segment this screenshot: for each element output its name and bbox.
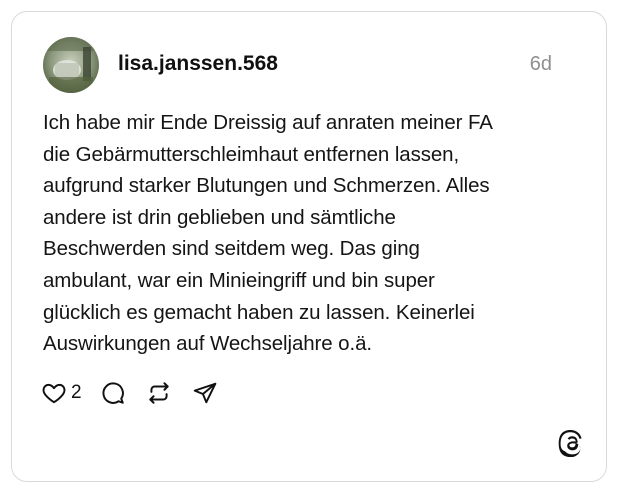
post-text-line: glücklich es gemacht haben zu lassen. Ke… — [43, 300, 475, 324]
comment-icon — [102, 382, 124, 404]
threads-logo-icon[interactable] — [558, 429, 586, 458]
action-bar: 2 — [41, 378, 218, 408]
post-text-line: ambulant, war ein Minieingriff und bin s… — [43, 268, 435, 292]
post-card: lisa.janssen.568 6d Ich habe mir Ende Dr… — [11, 11, 607, 482]
post-text-line: aufgrund starker Blutungen und Schmerzen… — [43, 174, 490, 198]
repost-icon — [148, 382, 169, 404]
like-button[interactable]: 2 — [41, 380, 100, 406]
post-text-line: Ich habe mir Ende Dreissig auf anraten m… — [43, 111, 493, 134]
post-body: Ich habe mir Ende Dreissig auf anraten m… — [43, 107, 563, 360]
share-icon — [193, 382, 216, 404]
post-text-line: die Gebärmutterschleimhaut entfernen las… — [43, 142, 460, 166]
avatar[interactable] — [43, 37, 99, 93]
post-text-line: Beschwerden sind seitdem weg. Das ging — [43, 237, 420, 261]
post-text-line: andere ist drin geblieben und sämtliche — [43, 205, 396, 229]
username[interactable]: lisa.janssen.568 — [118, 52, 278, 76]
heart-icon — [42, 383, 66, 404]
repost-button[interactable] — [146, 380, 172, 406]
post-text-line: Auswirkungen auf Wechseljahre o.ä. — [43, 332, 372, 356]
comment-button[interactable] — [100, 380, 126, 406]
post-timestamp[interactable]: 6d — [530, 53, 552, 76]
like-count: 2 — [71, 382, 82, 403]
share-button[interactable] — [192, 380, 218, 406]
threads-logo-glyph — [558, 430, 582, 458]
avatar-image — [43, 37, 99, 93]
